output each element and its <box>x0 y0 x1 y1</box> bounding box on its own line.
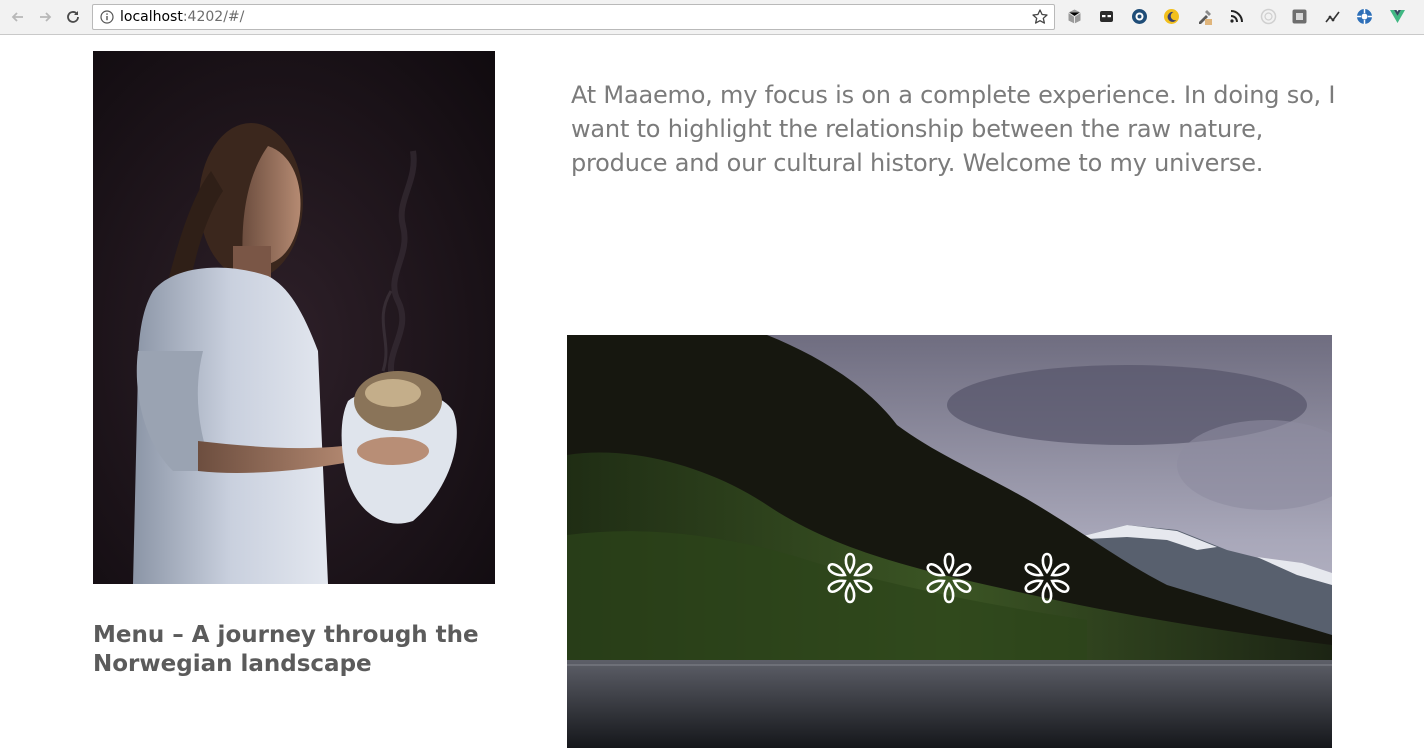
eyedropper-icon[interactable] <box>1196 8 1213 25</box>
michelin-stars <box>822 550 1082 610</box>
michelin-star-icon <box>827 552 873 604</box>
forward-button[interactable] <box>34 6 56 28</box>
mask-icon[interactable] <box>1098 8 1115 25</box>
graph-icon[interactable] <box>1324 8 1341 25</box>
url-text[interactable]: localhost:4202/#/ <box>120 9 244 25</box>
back-button[interactable] <box>7 6 29 28</box>
reload-icon <box>67 11 79 23</box>
michelin-star-icon <box>1024 552 1070 604</box>
chef-photo <box>93 51 495 584</box>
ghostery-icon[interactable] <box>1131 8 1148 25</box>
url-host: localhost <box>120 9 183 25</box>
circle-icon[interactable] <box>1260 8 1277 25</box>
reload-button[interactable] <box>62 6 84 28</box>
cube-icon[interactable] <box>1066 8 1083 25</box>
square-icon[interactable] <box>1291 8 1308 25</box>
back-arrow-icon <box>11 12 23 22</box>
intro-paragraph: At Maaemo, my focus is on a complete exp… <box>571 81 1336 177</box>
puzzle-icon[interactable] <box>1356 8 1373 25</box>
michelin-star-icon <box>926 552 972 604</box>
landscape-photo <box>567 335 1332 748</box>
info-icon[interactable] <box>100 10 114 24</box>
forward-arrow-icon <box>40 12 52 22</box>
browser-toolbar: localhost:4202/#/ <box>0 0 1424 35</box>
menu-heading[interactable]: Menu – A journey through the Norwegian l… <box>93 621 513 679</box>
vue-icon[interactable] <box>1389 8 1406 25</box>
rss-icon[interactable] <box>1228 8 1245 25</box>
address-bar[interactable]: localhost:4202/#/ <box>92 4 1055 30</box>
fjord-illustration <box>567 335 1332 748</box>
url-path: :4202/#/ <box>182 9 245 25</box>
bookmark-star-icon[interactable] <box>1031 8 1049 26</box>
moon-icon[interactable] <box>1163 8 1180 25</box>
chef-illustration <box>93 51 495 584</box>
